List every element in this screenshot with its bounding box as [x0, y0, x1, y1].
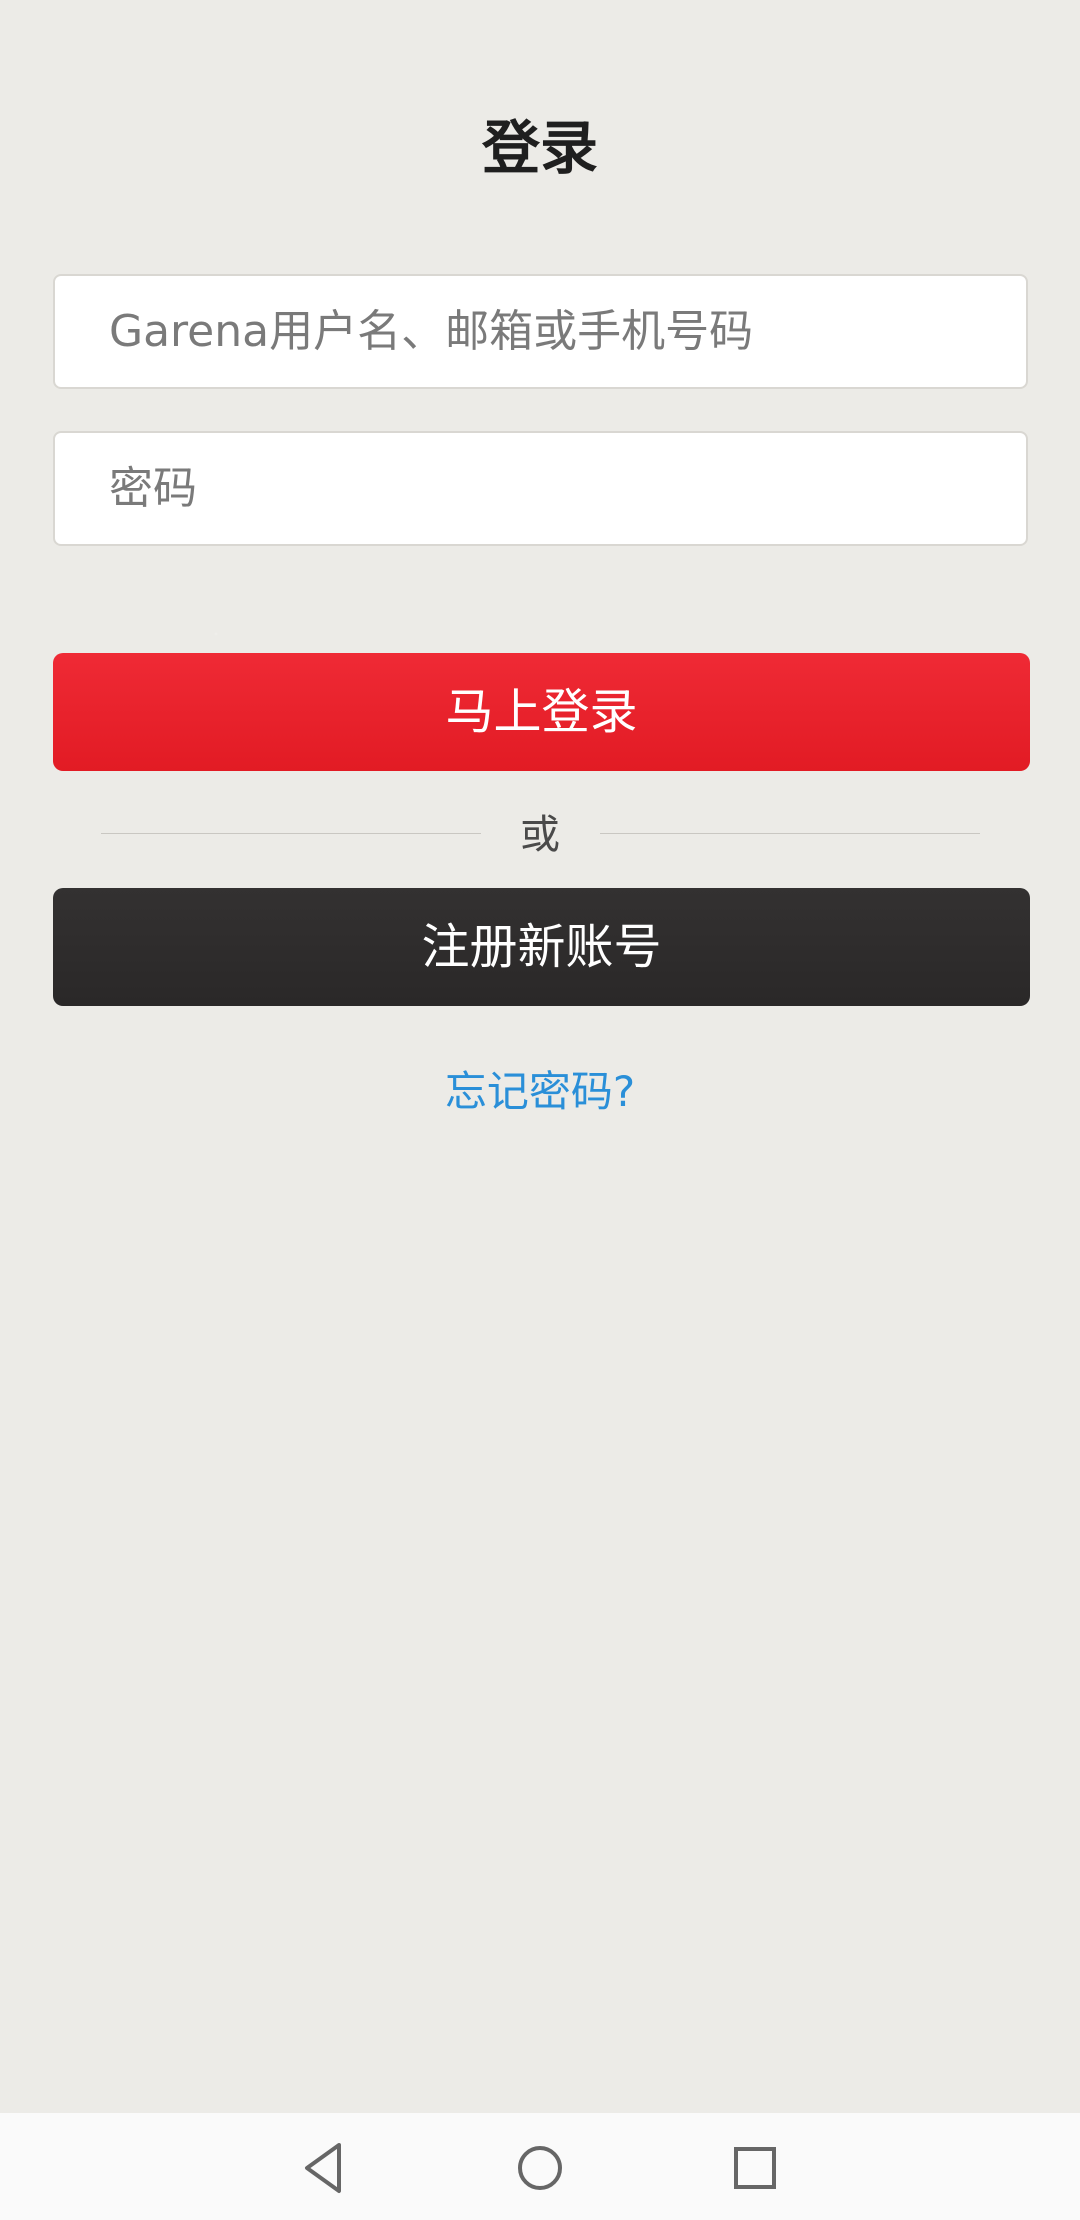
back-icon[interactable] — [289, 2133, 359, 2203]
home-icon[interactable] — [505, 2133, 575, 2203]
forgot-password-link[interactable]: 忘记密码? — [0, 1062, 1080, 1122]
recents-icon[interactable] — [720, 2133, 790, 2203]
login-button[interactable]: 马上登录 — [53, 653, 1030, 771]
or-divider: 或 — [0, 810, 1080, 860]
system-navigation-bar — [0, 2113, 1080, 2220]
username-input[interactable] — [55, 276, 1026, 387]
password-field[interactable] — [53, 431, 1028, 546]
divider-line-right — [600, 833, 980, 834]
password-input[interactable] — [55, 433, 1026, 544]
username-field[interactable] — [53, 274, 1028, 389]
page-title: 登录 — [481, 114, 598, 182]
or-text: 或 — [520, 812, 560, 858]
register-button[interactable]: 注册新账号 — [53, 888, 1030, 1006]
